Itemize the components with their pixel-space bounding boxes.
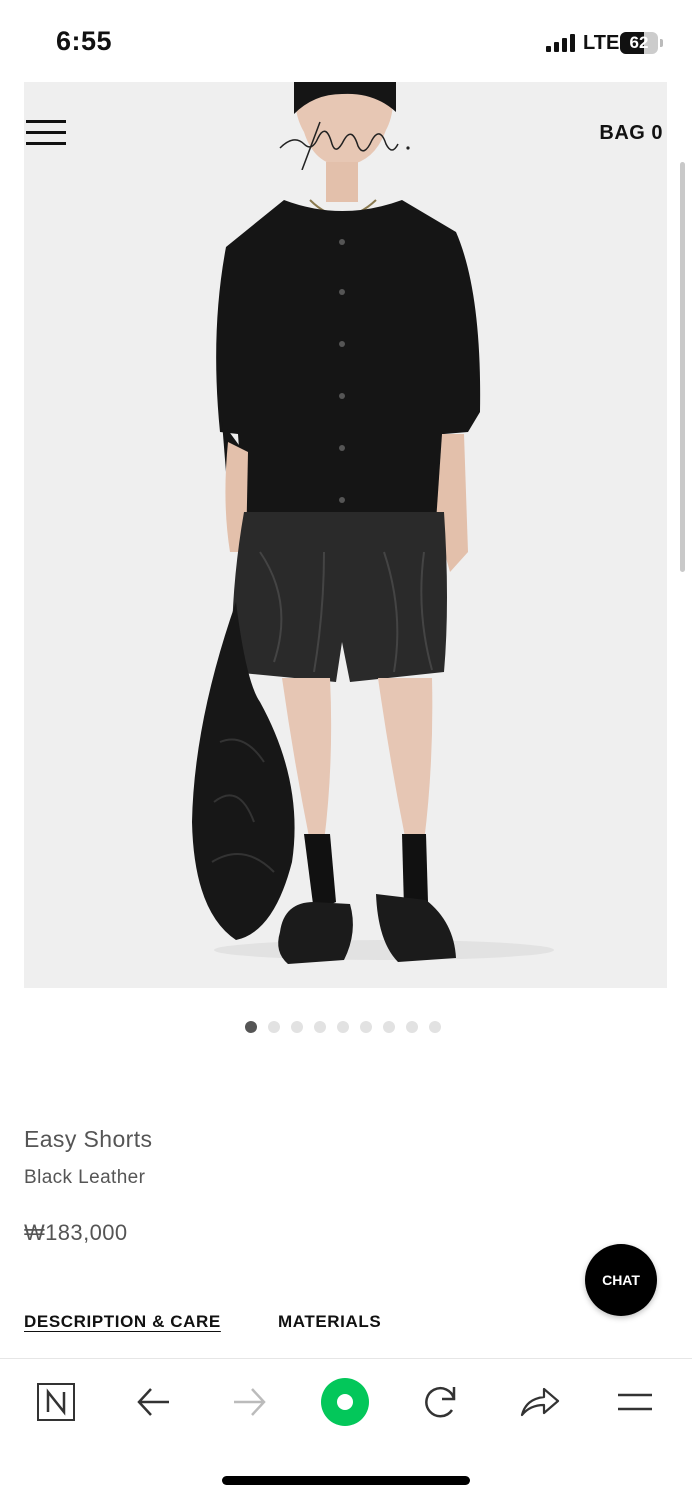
chat-button[interactable]: CHAT (585, 1244, 657, 1316)
network-type: LTE (583, 32, 620, 54)
model-photo (192, 82, 554, 964)
signal-icon (546, 34, 576, 52)
status-bar: 6:55 LTE 62 (0, 0, 692, 82)
carousel-dot[interactable] (383, 1021, 395, 1033)
carousel-dot[interactable] (314, 1021, 326, 1033)
battery-level: 62 (629, 33, 649, 52)
product-color: Black Leather (24, 1167, 146, 1188)
green-dot-icon[interactable] (320, 1377, 370, 1427)
carousel-dot[interactable] (406, 1021, 418, 1033)
battery-icon: 62 (620, 32, 658, 54)
product-hero-image[interactable]: BAG 0 (24, 82, 667, 988)
carousel-dot[interactable] (337, 1021, 349, 1033)
carousel-dot[interactable] (245, 1021, 257, 1033)
product-price: ₩183,000 (24, 1220, 128, 1245)
status-time: 6:55 (56, 26, 113, 56)
back-arrow-icon[interactable] (129, 1377, 179, 1427)
scrollbar[interactable] (680, 162, 685, 572)
hamburger-menu-icon[interactable] (26, 120, 66, 146)
carousel-dot[interactable] (291, 1021, 303, 1033)
product-name: Easy Shorts (24, 1126, 153, 1152)
brand-logo[interactable] (274, 104, 414, 170)
battery-cap (660, 39, 663, 47)
carousel-dot[interactable] (268, 1021, 280, 1033)
home-indicator[interactable] (222, 1476, 470, 1485)
reload-icon[interactable] (416, 1377, 466, 1427)
tab-description-care[interactable]: DESCRIPTION & CARE (24, 1312, 221, 1332)
tab-materials[interactable]: MATERIALS (278, 1312, 381, 1332)
naver-n-icon[interactable] (31, 1377, 81, 1427)
carousel-dots (245, 1021, 441, 1035)
carousel-dot[interactable] (360, 1021, 372, 1033)
bag-link[interactable]: BAG 0 (599, 122, 663, 145)
carousel-dot[interactable] (429, 1021, 441, 1033)
menu-icon[interactable] (610, 1377, 660, 1427)
share-icon[interactable] (514, 1377, 564, 1427)
forward-arrow-icon[interactable] (224, 1377, 274, 1427)
